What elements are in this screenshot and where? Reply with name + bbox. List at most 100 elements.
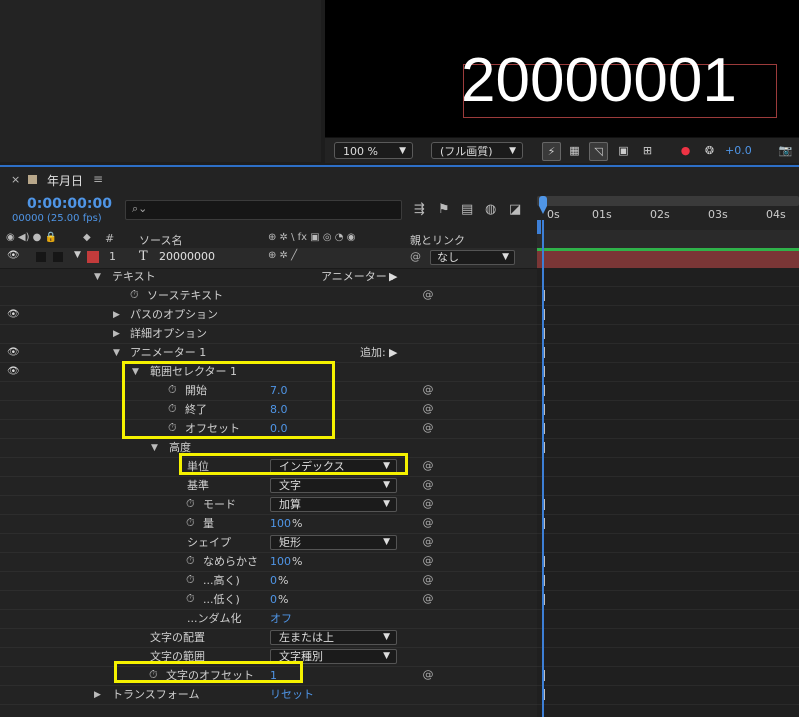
expression-spiral-icon[interactable]: @ bbox=[422, 289, 434, 301]
exposure-value[interactable]: +0.0 bbox=[725, 142, 752, 159]
layer-name[interactable]: 20000000 bbox=[159, 250, 215, 263]
expression-spiral-icon[interactable]: @ bbox=[422, 574, 434, 586]
animator-menu[interactable]: アニメーター : bbox=[321, 268, 394, 286]
prop-based-on[interactable]: 基準 文字 ▼ @ bbox=[0, 477, 537, 496]
hide-shy-layers-icon[interactable]: ▤ bbox=[461, 202, 473, 217]
chevron-down-icon[interactable]: ▼ bbox=[94, 268, 101, 286]
expression-spiral-icon[interactable]: @ bbox=[422, 555, 434, 567]
col-parent[interactable]: 親とリンク bbox=[410, 232, 465, 248]
play-circle-icon[interactable]: ▶ bbox=[389, 268, 397, 286]
chevron-down-icon[interactable]: ▼ bbox=[74, 250, 81, 260]
mask-visibility-icon[interactable]: ◹ bbox=[589, 142, 608, 161]
expression-spiral-icon[interactable]: @ bbox=[422, 460, 434, 472]
layer-row[interactable]: 👁 ▼ 1 T 20000000 ⊕ ✲ ╱ @ なし ▼ bbox=[0, 248, 537, 269]
chevron-right-icon[interactable]: ▶ bbox=[113, 325, 120, 343]
tab-comp-name[interactable]: 年月日 bbox=[47, 172, 83, 189]
zoom-dropdown[interactable]: 100 % ▼ bbox=[334, 142, 413, 159]
chevron-right-icon[interactable]: ▶ bbox=[113, 306, 120, 324]
keyframe-area[interactable] bbox=[537, 268, 799, 717]
chevron-down-icon: ▼ bbox=[383, 480, 390, 490]
smoothness-value[interactable]: 100 bbox=[270, 553, 291, 571]
lock-switch[interactable] bbox=[53, 252, 63, 262]
prop-ease-low[interactable]: ⏱ ...低く) 0 % @ bbox=[0, 591, 537, 610]
eye-icon[interactable]: 👁 bbox=[7, 250, 20, 261]
chevron-down-icon[interactable]: ▼ bbox=[151, 439, 158, 457]
shape-dropdown[interactable]: 矩形 ▼ bbox=[270, 535, 397, 550]
eye-icon[interactable]: 👁 bbox=[7, 344, 20, 362]
time-navigator-start[interactable] bbox=[537, 220, 541, 234]
prop-amount[interactable]: ⏱ 量 100 % @ bbox=[0, 515, 537, 534]
expression-spiral-icon[interactable]: @ bbox=[422, 479, 434, 491]
prop-mode[interactable]: ⏱ モード 加算 ▼ @ bbox=[0, 496, 537, 515]
frame-blending-icon[interactable]: ◍ bbox=[485, 202, 496, 217]
expression-spiral-icon[interactable]: @ bbox=[422, 403, 434, 415]
transparency-grid-icon[interactable]: ▦ bbox=[566, 142, 583, 159]
play-circle-icon[interactable]: ▶ bbox=[389, 344, 397, 362]
hamburger-menu-icon[interactable]: ≡ bbox=[93, 172, 103, 186]
prop-more-options[interactable]: ▶ 詳細オプション bbox=[0, 325, 537, 344]
stopwatch-icon[interactable]: ⏱ bbox=[186, 517, 198, 529]
prop-text-group[interactable]: ▼ テキスト アニメーター : ▶ bbox=[0, 268, 537, 287]
work-area-bar[interactable] bbox=[537, 196, 799, 206]
char-align-dropdown[interactable]: 左または上 ▼ bbox=[270, 630, 397, 645]
based-on-dropdown[interactable]: 文字 ▼ bbox=[270, 478, 397, 493]
current-timecode[interactable]: 0:00:00:00 bbox=[27, 196, 112, 212]
exposure-reset-icon[interactable]: ❂ bbox=[701, 142, 718, 159]
prop-path-options[interactable]: 👁 ▶ パスのオプション bbox=[0, 306, 537, 325]
ease-high-value[interactable]: 0 bbox=[270, 572, 277, 590]
expression-spiral-icon[interactable]: @ bbox=[422, 536, 434, 548]
prop-shape[interactable]: シェイプ 矩形 ▼ @ bbox=[0, 534, 537, 553]
motion-blur-icon[interactable]: ◪ bbox=[509, 202, 521, 217]
expression-spiral-icon[interactable]: @ bbox=[422, 384, 434, 396]
time-ruler[interactable]: 0s 01s 02s 03s 04s bbox=[537, 207, 799, 229]
guides-icon[interactable]: ⊞ bbox=[639, 142, 656, 159]
stopwatch-icon[interactable]: ⏱ bbox=[130, 289, 142, 301]
prop-randomize[interactable]: ...ンダム化 オフ bbox=[0, 610, 537, 629]
randomize-value[interactable]: オフ bbox=[270, 610, 292, 628]
ease-low-value[interactable]: 0 bbox=[270, 591, 277, 609]
eye-icon[interactable]: 👁 bbox=[7, 306, 20, 324]
snapshot-icon[interactable]: 📷 bbox=[777, 142, 794, 159]
stopwatch-icon[interactable]: ⏱ bbox=[186, 555, 198, 567]
prop-ease-high[interactable]: ⏱ ...高く) 0 % @ bbox=[0, 572, 537, 591]
playhead-line[interactable] bbox=[542, 220, 544, 717]
region-of-interest-icon[interactable]: ▣ bbox=[615, 142, 632, 159]
prop-smoothness[interactable]: ⏱ なめらかさ 100 % @ bbox=[0, 553, 537, 572]
mode-dropdown[interactable]: 加算 ▼ bbox=[270, 497, 397, 512]
fast-preview-icon[interactable]: ⚡ bbox=[542, 142, 561, 161]
transform-reset-link[interactable]: リセット bbox=[270, 686, 314, 704]
stopwatch-icon[interactable]: ⏱ bbox=[186, 574, 198, 586]
parent-dropdown[interactable]: なし ▼ bbox=[430, 250, 515, 265]
playhead-handle[interactable] bbox=[539, 196, 547, 220]
stopwatch-icon[interactable]: ⏱ bbox=[186, 593, 198, 605]
search-input[interactable]: ⌕⌄ bbox=[125, 200, 402, 220]
solo-switch[interactable] bbox=[36, 252, 46, 262]
add-menu[interactable]: 追加: bbox=[360, 344, 386, 362]
chevron-down-icon[interactable]: ▼ bbox=[113, 344, 120, 362]
layer-duration-bar[interactable] bbox=[537, 251, 799, 268]
expression-spiral-icon[interactable]: @ bbox=[422, 517, 434, 529]
prop-source-text[interactable]: ⏱ ソーステキスト @ bbox=[0, 287, 537, 306]
stopwatch-icon[interactable]: ⏱ bbox=[186, 498, 198, 510]
chevron-right-icon[interactable]: ▶ bbox=[94, 686, 101, 704]
chevron-down-icon: ▼ bbox=[502, 252, 509, 262]
prop-transform[interactable]: ▶ トランスフォーム リセット bbox=[0, 686, 537, 705]
layer-label-color[interactable] bbox=[87, 251, 99, 263]
expression-spiral-icon[interactable]: @ bbox=[422, 498, 434, 510]
resolution-dropdown[interactable]: (フル画質) ▼ bbox=[431, 142, 523, 159]
amount-value[interactable]: 100 bbox=[270, 515, 291, 533]
composition-flowchart-icon[interactable]: ⇶ bbox=[414, 202, 425, 217]
highlight-char-offset bbox=[114, 661, 303, 683]
eye-icon[interactable]: 👁 bbox=[7, 363, 20, 381]
layer-switches[interactable]: ⊕ ✲ ╱ bbox=[268, 250, 297, 261]
expression-spiral-icon[interactable]: @ bbox=[422, 422, 434, 434]
draft-3d-icon[interactable]: ⚑ bbox=[438, 202, 450, 217]
col-source-name[interactable]: ソース名 bbox=[139, 232, 182, 248]
prop-char-align[interactable]: 文字の配置 左または上 ▼ bbox=[0, 629, 537, 648]
color-channels-icon[interactable]: ● bbox=[677, 142, 694, 159]
comp-label-swatch bbox=[28, 175, 37, 184]
pickwhip-icon[interactable]: @ bbox=[410, 250, 421, 263]
close-tab-icon[interactable]: × bbox=[11, 173, 20, 186]
expression-spiral-icon[interactable]: @ bbox=[422, 669, 434, 681]
expression-spiral-icon[interactable]: @ bbox=[422, 593, 434, 605]
